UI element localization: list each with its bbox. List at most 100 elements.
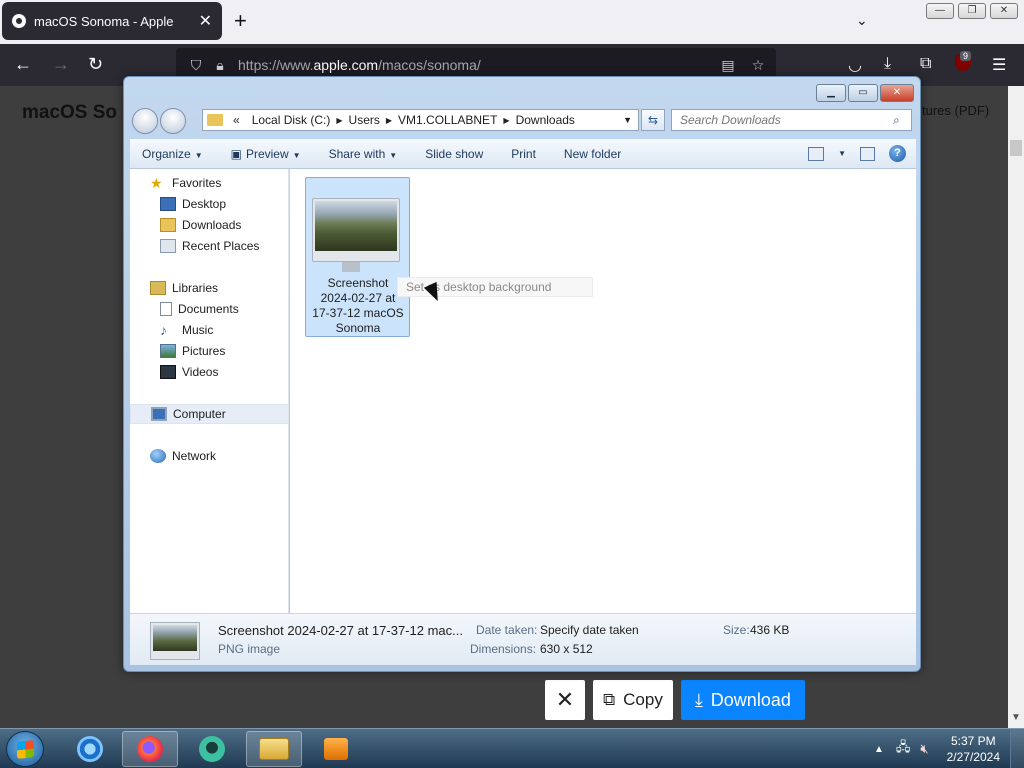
nav-music[interactable]: ♪ Music (130, 320, 289, 340)
search-input[interactable] (680, 113, 893, 127)
film-strip-icon (160, 365, 176, 379)
taskbar: ▲ 🖧︎ 🔇︎ 5:37 PM 2/27/2024 (0, 728, 1024, 768)
taskbar-media-player[interactable] (308, 731, 364, 767)
chat-bubble-icon (199, 736, 225, 762)
clock-date: 2/27/2024 (946, 750, 1000, 764)
internet-explorer-icon (77, 736, 103, 762)
taskbar-windows-explorer[interactable] (246, 731, 302, 767)
change-view-icon[interactable] (808, 146, 825, 161)
music-note-icon: ♪ (160, 322, 167, 338)
breadcrumb-downloads[interactable]: Downloads (510, 113, 581, 127)
copy-icon: ⧉ (603, 690, 616, 709)
details-dims-value: 630 x 512 (540, 642, 593, 656)
viewer-copy-button[interactable]: ⧉ Copy (593, 680, 673, 720)
nav-network[interactable]: Network (130, 446, 289, 466)
slide-show-button[interactable]: Slide show (425, 147, 483, 161)
view-dropdown-icon[interactable]: ▼ (838, 149, 846, 158)
scroll-down-arrow-icon[interactable]: ▼ (1011, 712, 1021, 723)
media-player-icon (324, 738, 348, 760)
explorer-minimize-button[interactable]: ▁ (816, 84, 846, 102)
reload-icon[interactable]: ↻ (88, 54, 103, 74)
forward-arrow-icon[interactable]: → (52, 54, 70, 74)
clock-time: 5:37 PM (950, 734, 996, 748)
nav-documents[interactable]: Documents (130, 299, 289, 319)
share-with-button[interactable]: Share with ▼ (329, 147, 398, 161)
explorer-forward-button[interactable] (160, 108, 186, 134)
libraries-icon (150, 281, 166, 295)
thumbnail-landscape (315, 201, 397, 251)
chevron-down-icon: ▼ (194, 150, 203, 160)
viewer-download-button[interactable]: ⤓ Download (680, 680, 805, 720)
viewer-close-button[interactable]: ✕ (545, 680, 585, 720)
extensions-puzzle-icon[interactable]: ⧉ (920, 55, 931, 73)
taskbar-firefox[interactable] (122, 731, 178, 767)
show-desktop-button[interactable] (1010, 729, 1024, 768)
reader-view-icon[interactable]: ▤ (716, 57, 740, 74)
nav-computer[interactable]: Computer (130, 404, 289, 424)
browser-restore-button[interactable]: ❐ (958, 3, 986, 19)
folder-icon (207, 114, 223, 126)
scrollbar-thumb[interactable] (1010, 140, 1022, 156)
file-name-label: Screenshot 2024-02-27 at 17-37-12 macOS … (312, 276, 404, 335)
search-box[interactable]: ⌕ (671, 109, 912, 131)
nav-videos[interactable]: Videos (130, 362, 289, 382)
volume-muted-icon[interactable]: 🔇︎ (920, 741, 928, 757)
nav-favorites[interactable]: ★ Favorites (130, 173, 289, 193)
network-tray-icon[interactable]: 🖧︎ (896, 738, 911, 760)
details-thumbnail (150, 622, 200, 660)
address-bar[interactable]: « Local Disk (C:) ▶ Users ▶ VM1.COLLABNE… (202, 109, 639, 131)
file-item-screenshot[interactable]: Screenshot 2024-02-27 at 17-37-12 macOS … (305, 177, 410, 337)
nav-libraries[interactable]: Libraries (130, 278, 289, 298)
page-scrollbar[interactable] (1008, 86, 1024, 728)
bookmark-star-icon[interactable]: ☆ (746, 57, 770, 74)
system-tray: ▲ 🖧︎ 🔇︎ 5:37 PM 2/27/2024 (874, 729, 1024, 768)
nav-pictures[interactable]: Pictures (130, 341, 289, 361)
browser-tab[interactable]: macOS Sonoma - Apple ✕ (2, 2, 222, 40)
system-clock[interactable]: 5:37 PM 2/27/2024 (937, 733, 1010, 765)
nav-downloads[interactable]: Downloads (130, 215, 289, 235)
print-button[interactable]: Print (511, 147, 536, 161)
nav-recent-places[interactable]: Recent Places (130, 236, 289, 256)
lock-icon[interactable]: 🔒︎ (208, 57, 232, 74)
browser-close-button[interactable]: ✕ (990, 3, 1018, 19)
preview-button[interactable]: ▣ Preview ▼ (231, 147, 301, 161)
command-bar-right: ▼ ? (808, 145, 906, 162)
pocket-icon[interactable]: ◡ (848, 55, 862, 75)
hamburger-menu-icon[interactable]: ☰ (992, 55, 1006, 75)
list-all-tabs-button[interactable]: ⌄ (856, 12, 868, 29)
downloads-arrow-icon[interactable]: ⤓ (884, 55, 891, 73)
breadcrumb-local-disk[interactable]: Local Disk (C:) (246, 113, 337, 127)
show-hidden-icons-icon[interactable]: ▲ (874, 744, 884, 755)
preview-pane-icon[interactable] (860, 146, 875, 161)
browser-tab-strip: macOS Sonoma - Apple ✕ + ⌄ — ❐ ✕ (0, 0, 1024, 44)
explorer-close-button[interactable]: ✕ (880, 84, 914, 102)
ublock-count-badge: 9 (960, 51, 972, 61)
explorer-maximize-button[interactable]: ▭ (848, 84, 878, 102)
taskbar-messaging-app[interactable] (184, 731, 240, 767)
url-text[interactable]: https://www.apple.com/macos/sonoma/ (232, 57, 716, 73)
search-icon[interactable]: ⌕ (893, 113, 911, 128)
refresh-icon[interactable]: ⇆ (641, 109, 665, 131)
command-bar: Organize ▼ ▣ Preview ▼ Share with ▼ Slide sh… (130, 139, 916, 169)
file-list-area[interactable]: Screenshot 2024-02-27 at 17-37-12 macOS … (290, 169, 916, 613)
taskbar-internet-explorer[interactable] (62, 731, 118, 767)
nav-desktop[interactable]: Desktop (130, 194, 289, 214)
browser-minimize-button[interactable]: — (926, 3, 954, 19)
tab-close-icon[interactable]: ✕ (199, 11, 212, 31)
breadcrumb-vm1[interactable]: VM1.COLLABNET (392, 113, 503, 127)
back-arrow-icon[interactable]: ← (14, 54, 32, 74)
breadcrumb-users[interactable]: Users (343, 113, 386, 127)
help-icon[interactable]: ? (889, 145, 906, 162)
start-button[interactable] (6, 731, 44, 767)
new-tab-button[interactable]: + (234, 10, 247, 32)
organize-button[interactable]: Organize ▼ (142, 147, 203, 161)
details-date-value[interactable]: Specify date taken (540, 623, 639, 637)
navigation-pane: ★ Favorites Desktop Downloads Recent Pla… (130, 169, 289, 613)
address-dropdown-icon[interactable]: ▼ (617, 115, 638, 125)
tracking-protection-shield-icon[interactable]: ⛉ (184, 57, 208, 74)
explorer-back-button[interactable] (132, 108, 158, 134)
page-link[interactable]: tures (PDF) (922, 103, 989, 118)
breadcrumb-overflow[interactable]: « (227, 113, 246, 127)
image-thumbnail (312, 198, 400, 262)
new-folder-button[interactable]: New folder (564, 147, 621, 161)
